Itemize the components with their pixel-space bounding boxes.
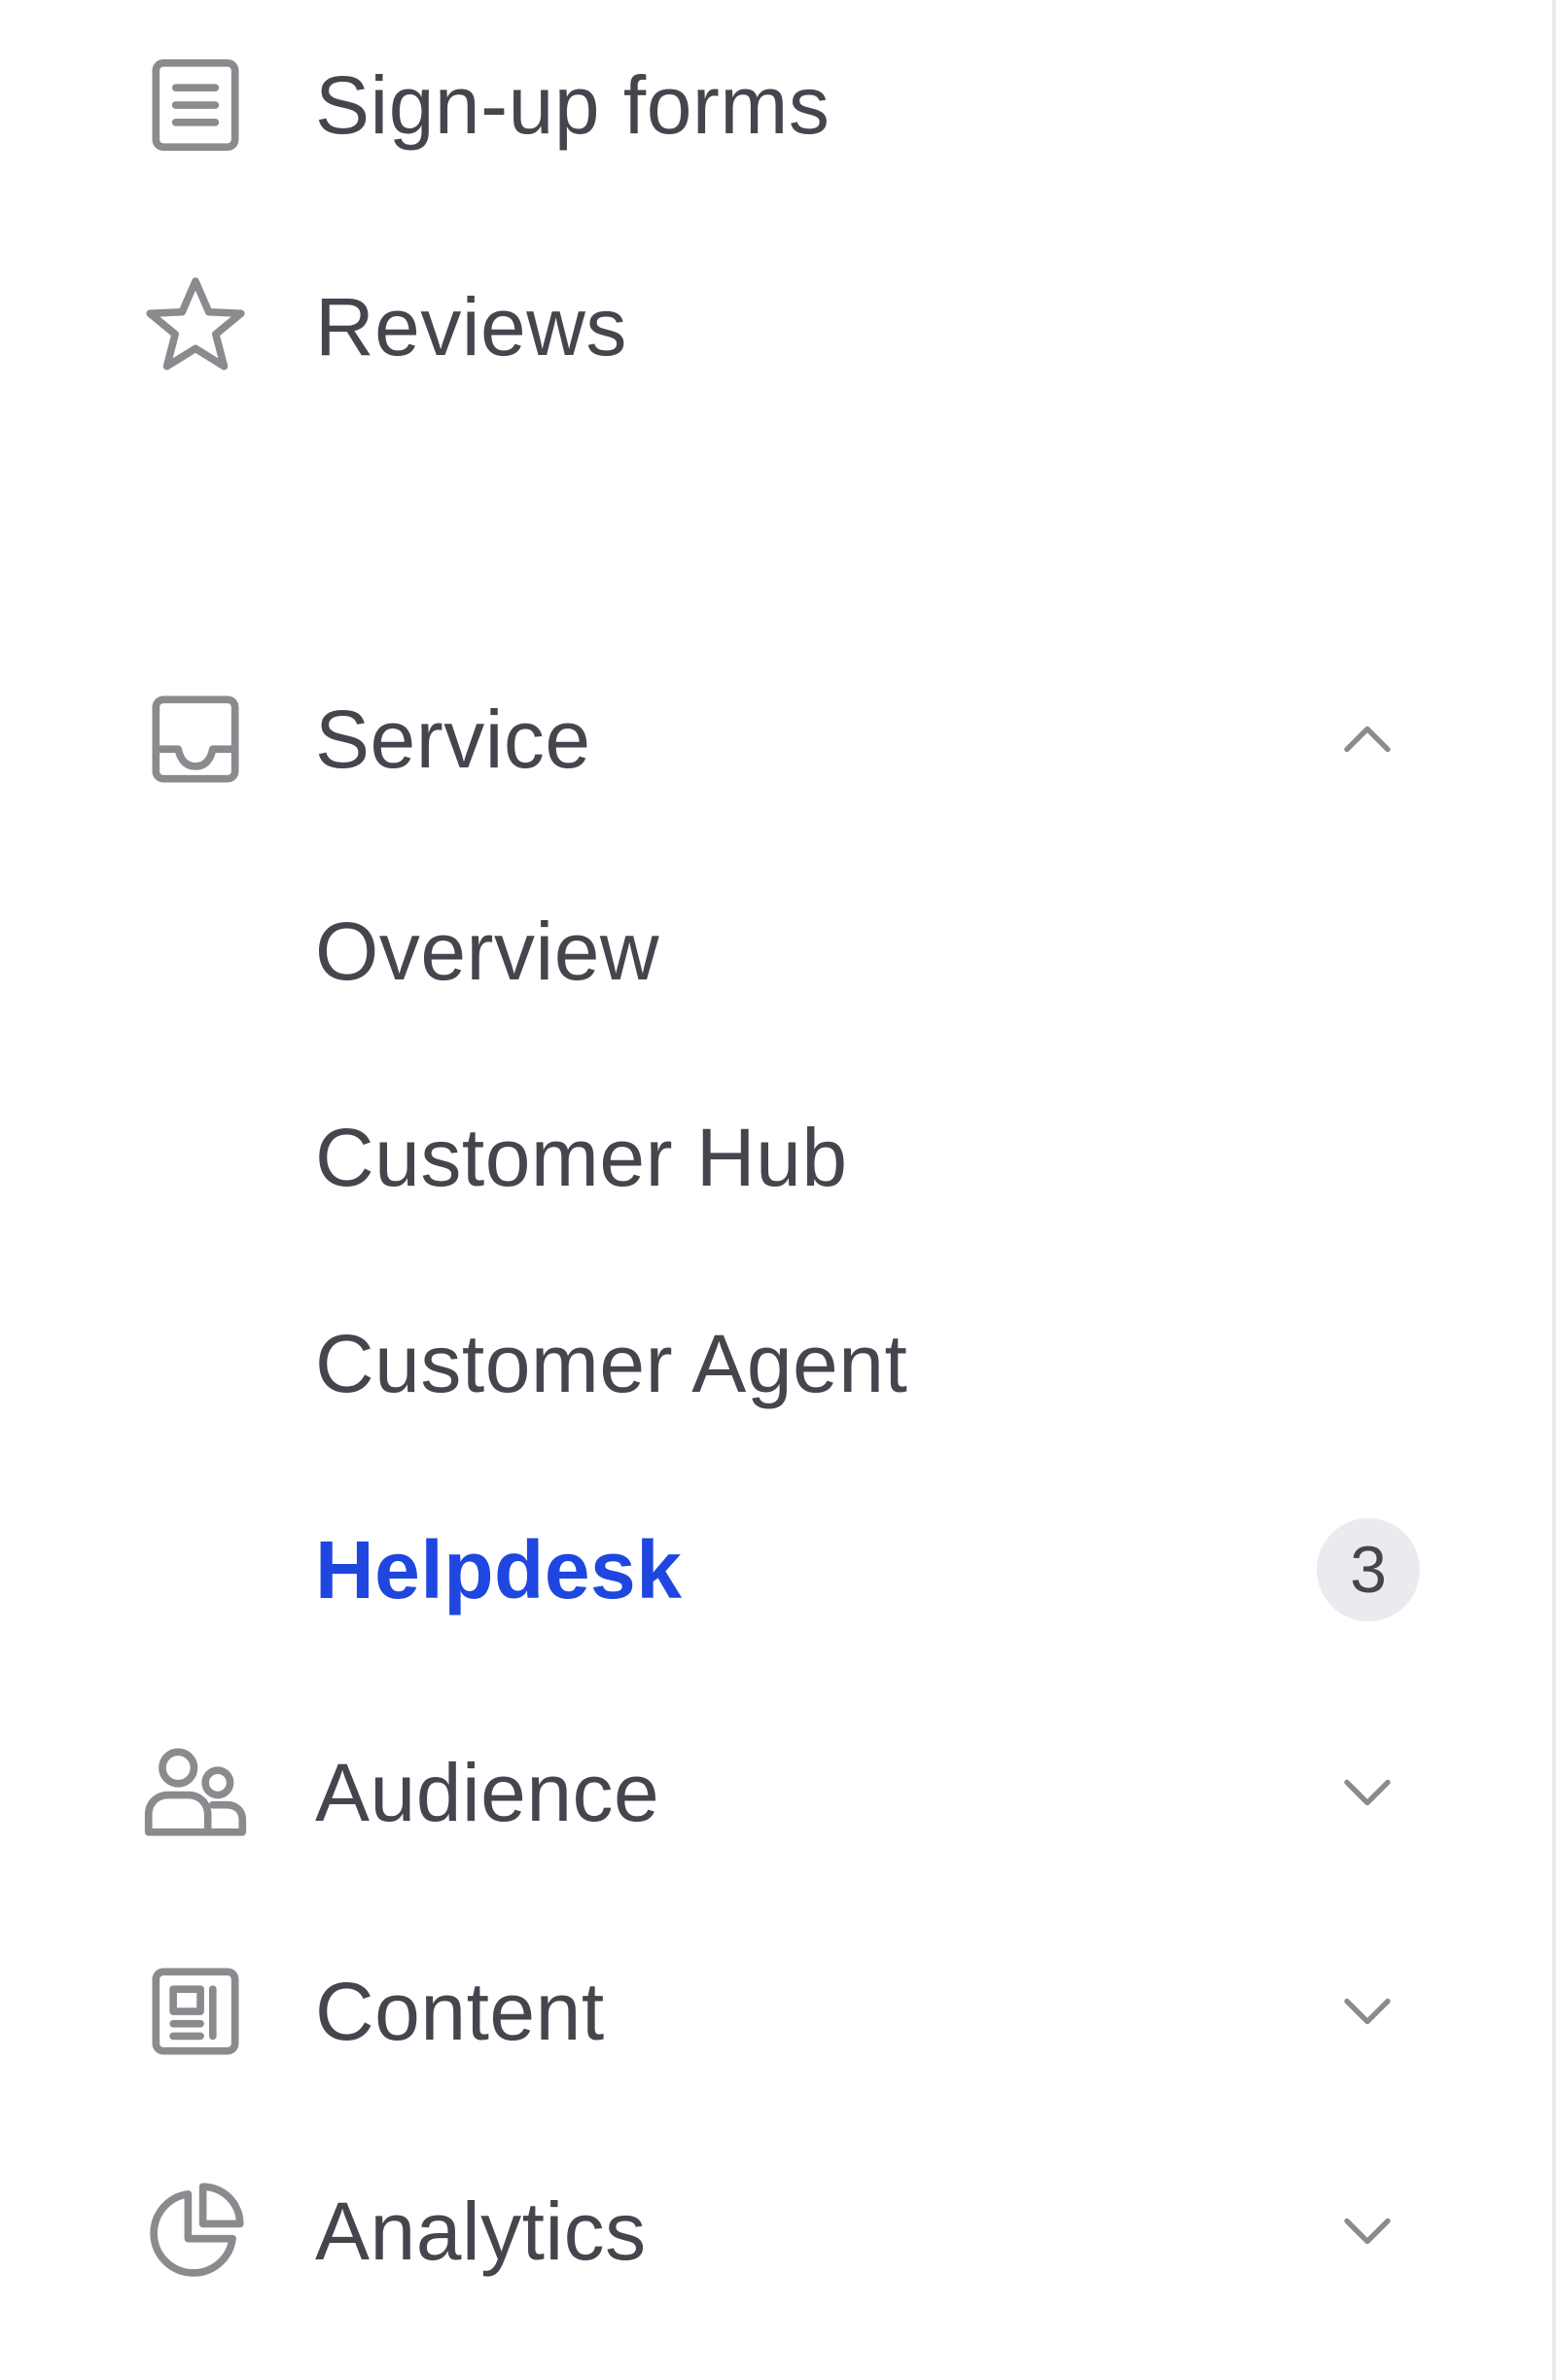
nav-item-service[interactable]: Service [0, 652, 1552, 827]
sub-item-label: Customer Agent [315, 1318, 908, 1409]
star-icon [136, 267, 255, 386]
pie-chart-icon [136, 2172, 255, 2291]
chevron-up-icon[interactable] [1332, 704, 1402, 774]
chevron-down-icon[interactable] [1332, 1976, 1402, 2046]
inbox-icon [136, 680, 255, 799]
content-icon [136, 1952, 255, 2071]
chevron-down-icon[interactable] [1332, 1758, 1402, 1828]
sub-item-overview[interactable]: Overview [0, 864, 1552, 1039]
nav-item-label: Sign-up forms [315, 59, 831, 151]
nav-item-reviews[interactable]: Reviews [0, 239, 1552, 414]
sub-item-label: Overview [315, 906, 660, 997]
chevron-down-icon[interactable] [1332, 2196, 1402, 2266]
sidebar-border [1552, 0, 1556, 2380]
sub-item-customer-agent[interactable]: Customer Agent [0, 1276, 1552, 1451]
nav-item-audience[interactable]: Audience [0, 1705, 1552, 1880]
nav-item-label: Analytics [315, 2185, 647, 2277]
sub-item-label: Customer Hub [315, 1112, 848, 1203]
form-icon [136, 46, 255, 164]
sub-item-customer-hub[interactable]: Customer Hub [0, 1070, 1552, 1245]
sub-item-helpdesk[interactable]: Helpdesk 3 [0, 1482, 1552, 1657]
nav-item-label: Reviews [315, 281, 627, 373]
nav-item-label: Content [315, 1966, 605, 2057]
nav-item-content[interactable]: Content [0, 1924, 1552, 2099]
nav-item-label: Audience [315, 1747, 660, 1838]
nav-item-signup-forms[interactable]: Sign-up forms [0, 18, 1552, 193]
sub-item-label-active: Helpdesk [315, 1524, 683, 1616]
count-badge: 3 [1317, 1518, 1420, 1621]
nav-item-label: Service [315, 693, 591, 785]
sidebar-nav: Sign-up forms Reviews Service Overview C… [0, 0, 1552, 2380]
nav-item-analytics[interactable]: Analytics [0, 2144, 1552, 2319]
users-icon [136, 1733, 255, 1852]
